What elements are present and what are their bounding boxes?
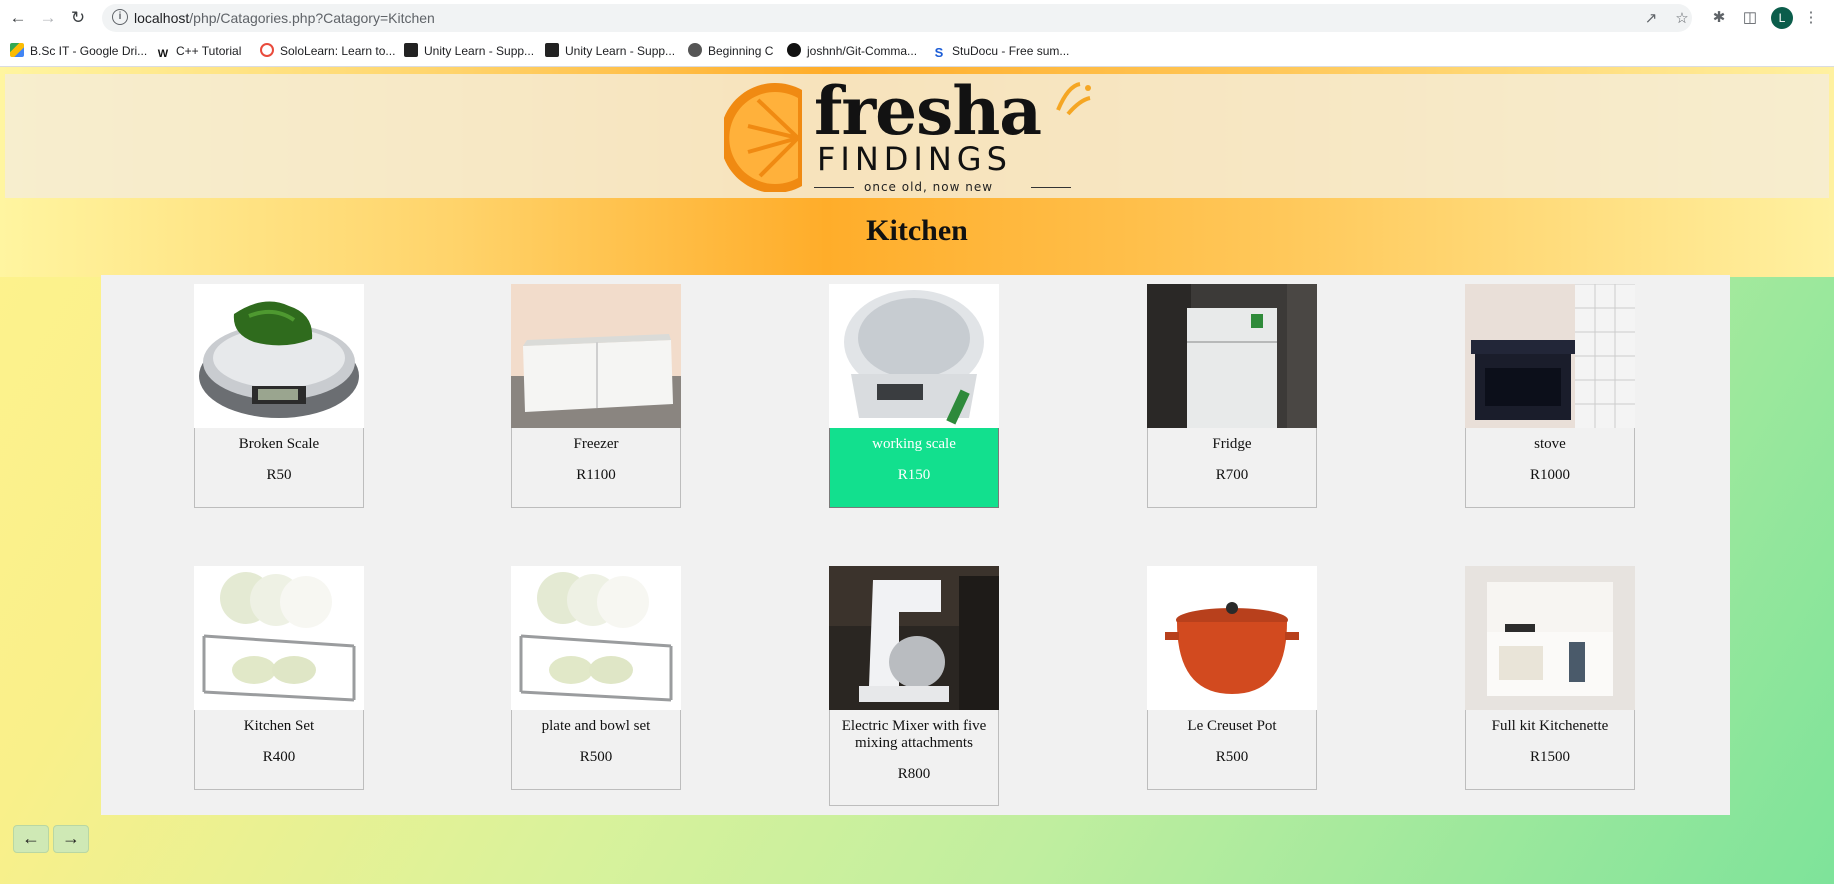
product-name: Fridge (1212, 436, 1252, 452)
address-url[interactable]: localhost/php/Catagories.php?Catagory=Ki… (134, 4, 435, 32)
bookmark-item[interactable]: Unity Learn - Supp... (404, 36, 534, 66)
product-card[interactable]: Full kit Kitchenette R1500 (1465, 566, 1635, 790)
product-card[interactable]: Broken Scale R50 (194, 284, 364, 508)
product-price: R1000 (1529, 467, 1570, 483)
logo-rule-left (814, 187, 854, 188)
url-host: localhost (134, 10, 190, 26)
side-panel-icon[interactable]: ◫ (1739, 7, 1761, 29)
bookmark-label: Beginning C (708, 44, 774, 58)
bookmark-item[interactable]: S StuDocu - Free sum... (932, 36, 1070, 66)
dish-rack-image (511, 566, 681, 710)
product-name: Broken Scale (238, 436, 320, 452)
previous-page-button[interactable]: ← (13, 825, 49, 853)
juice-splash-icon (1056, 82, 1091, 116)
bookmark-label: B.Sc IT - Google Dri... (30, 44, 148, 58)
bookmark-item[interactable]: joshnh/Git-Comma... (787, 36, 917, 66)
menu-kebab-icon[interactable]: ⋮ (1800, 7, 1822, 29)
page-title: Kitchen (866, 214, 968, 247)
digital-scale-image (829, 284, 999, 428)
github-icon (787, 43, 801, 57)
product-name: Kitchen Set (243, 718, 315, 734)
sololearn-icon (260, 43, 274, 57)
product-card[interactable]: plate and bowl set R500 (511, 566, 681, 790)
product-name: Full kit Kitchenette (1491, 718, 1609, 734)
unity-icon (545, 43, 559, 57)
address-bar[interactable]: i localhost/php/Catagories.php?Catagory=… (102, 4, 1692, 32)
extensions-icon[interactable]: ✱ (1708, 7, 1730, 29)
bookmark-item[interactable]: Unity Learn - Supp... (545, 36, 675, 66)
product-price: R1500 (1529, 749, 1570, 765)
site-info-icon[interactable]: i (112, 9, 128, 25)
orange-slice-icon (724, 83, 802, 192)
product-card[interactable]: Le Creuset Pot R500 (1147, 566, 1317, 790)
globe-icon (688, 43, 702, 57)
logo-word-findings: FINDINGS (817, 140, 1012, 178)
bookmark-item[interactable]: W C++ Tutorial (156, 36, 242, 66)
logo-tagline: once old, now new (864, 180, 994, 194)
product-name: working scale (872, 436, 956, 452)
product-price: R800 (897, 766, 931, 782)
logo-word-fresha: fresha (814, 72, 1042, 150)
profile-avatar[interactable]: L (1771, 7, 1793, 29)
bookmark-label: joshnh/Git-Comma... (807, 44, 918, 58)
product-card[interactable]: stove R1000 (1465, 284, 1635, 508)
url-path: /php/Catagories.php?Catagory=Kitchen (189, 10, 435, 26)
product-card[interactable]: Freezer R1100 (511, 284, 681, 508)
browser-toolbar: ← → ↻ i localhost/php/Catagories.php?Cat… (0, 0, 1834, 36)
next-page-button[interactable]: → (53, 825, 89, 853)
toy-kitchen-image (1465, 566, 1635, 710)
bookmark-label: Unity Learn - Supp... (565, 44, 676, 58)
stove-image (1465, 284, 1635, 428)
chest-freezer-image (511, 284, 681, 428)
product-card[interactable]: Kitchen Set R400 (194, 566, 364, 790)
product-price: R400 (262, 749, 296, 765)
red-pot-image (1147, 566, 1317, 710)
product-name: stove (1534, 436, 1566, 452)
bookmark-label: SoloLearn: Learn to... (280, 44, 396, 58)
reload-icon[interactable]: ↻ (66, 6, 90, 30)
forward-icon[interactable]: → (36, 6, 60, 30)
bookmark-item[interactable]: B.Sc IT - Google Dri... (10, 36, 147, 66)
bookmark-label: Unity Learn - Supp... (424, 44, 535, 58)
dish-rack-image (194, 566, 364, 710)
product-card-hovered[interactable]: working scale R150 (829, 284, 999, 508)
bookmark-label: StuDocu - Free sum... (952, 44, 1070, 58)
product-name: plate and bowl set (541, 718, 651, 734)
product-price: R1100 (576, 467, 616, 483)
product-price: R150 (897, 467, 931, 483)
product-card[interactable]: Electric Mixer with five mixing attachme… (829, 566, 999, 806)
bookmark-item[interactable]: SoloLearn: Learn to... (260, 36, 395, 66)
studocu-icon: S (934, 45, 944, 60)
stand-mixer-image (829, 566, 999, 710)
w3schools-icon: W (157, 48, 169, 60)
product-price: R50 (266, 467, 292, 483)
product-card[interactable]: Fridge R700 (1147, 284, 1317, 508)
bookmark-label: C++ Tutorial (176, 44, 242, 58)
fridge-image (1147, 284, 1317, 428)
site-logo[interactable]: fresha FINDINGS once old, now new (724, 72, 1104, 196)
unity-icon (404, 43, 418, 57)
product-price: R700 (1215, 467, 1249, 483)
bookmarks-bar: B.Sc IT - Google Dri... W C++ Tutorial So… (0, 36, 1834, 67)
product-price: R500 (579, 749, 613, 765)
bookmark-item[interactable]: Beginning C (688, 36, 773, 66)
share-icon[interactable]: ↗ (1642, 10, 1660, 28)
product-name: Electric Mixer with five mixing attachme… (841, 718, 987, 751)
product-name: Freezer (573, 436, 619, 452)
google-drive-icon (10, 43, 24, 57)
bookmark-star-icon[interactable]: ☆ (1673, 10, 1691, 28)
product-price: R500 (1215, 749, 1249, 765)
product-name: Le Creuset Pot (1187, 718, 1277, 734)
back-icon[interactable]: ← (6, 6, 30, 30)
logo-rule-right (1031, 187, 1071, 188)
kitchen-scale-image (194, 284, 364, 428)
